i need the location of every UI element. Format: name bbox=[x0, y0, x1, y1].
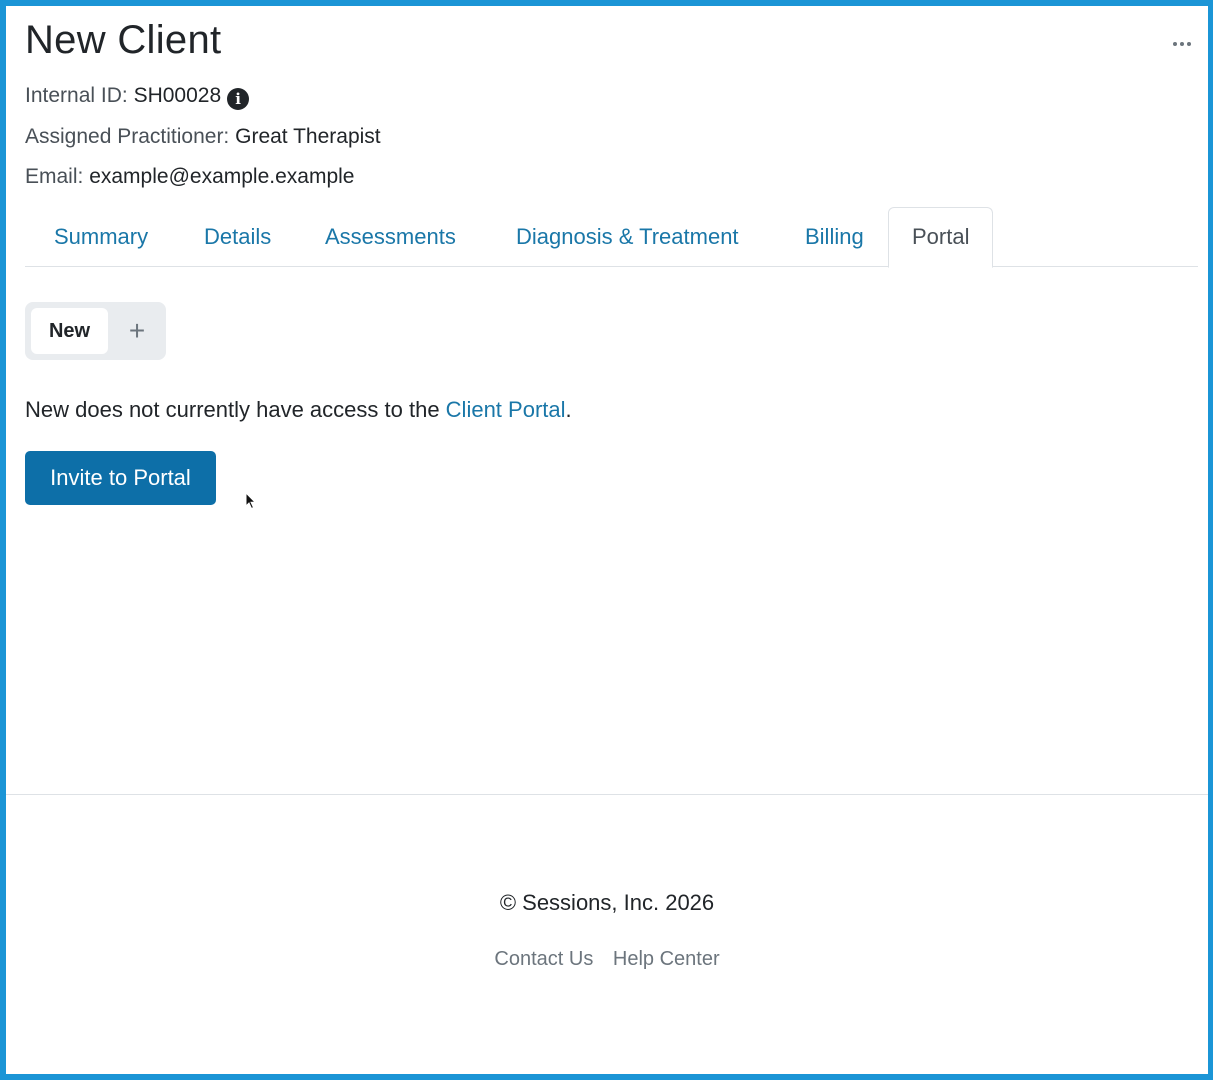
client-portal-link[interactable]: Client Portal bbox=[446, 397, 566, 422]
practitioner-value: Great Therapist bbox=[235, 125, 381, 148]
tab-summary[interactable]: Summary bbox=[31, 207, 171, 267]
contact-selector: New + bbox=[25, 302, 166, 360]
portal-access-message: New does not currently have access to th… bbox=[25, 397, 572, 423]
internal-id-line: Internal ID: SH00028 i bbox=[25, 84, 250, 110]
invite-to-portal-button[interactable]: Invite to Portal bbox=[25, 451, 216, 505]
access-message-period: . bbox=[565, 397, 572, 422]
internal-id-value: SH00028 bbox=[133, 84, 222, 107]
add-contact-button[interactable]: + bbox=[116, 308, 158, 354]
tab-assessments[interactable]: Assessments bbox=[302, 207, 479, 267]
ellipsis-icon bbox=[1173, 42, 1177, 46]
footer-divider bbox=[6, 794, 1208, 795]
client-tabs: Summary Details Assessments Diagnosis & … bbox=[25, 207, 1198, 268]
app-window: New Client Internal ID: SH00028 i Assigne… bbox=[0, 0, 1213, 1080]
practitioner-label: Assigned Practitioner: bbox=[25, 125, 230, 148]
access-message-text: New does not currently have access to th… bbox=[25, 397, 446, 422]
contact-us-link[interactable]: Contact Us bbox=[494, 948, 593, 970]
footer-copyright: © Sessions, Inc. 2026 bbox=[499, 890, 715, 915]
mouse-cursor-icon bbox=[245, 492, 257, 510]
internal-id-label: Internal ID: bbox=[25, 84, 128, 107]
tab-diagnosis-treatment[interactable]: Diagnosis & Treatment bbox=[493, 207, 762, 267]
page-title: New Client bbox=[25, 18, 222, 62]
more-options-button[interactable] bbox=[1168, 32, 1196, 56]
tab-billing[interactable]: Billing bbox=[782, 207, 887, 267]
email-line: Email: example@example.example bbox=[25, 165, 354, 189]
email-value: example@example.example bbox=[89, 165, 355, 188]
tab-details[interactable]: Details bbox=[181, 207, 294, 267]
practitioner-line: Assigned Practitioner: Great Therapist bbox=[25, 125, 381, 149]
help-center-link[interactable]: Help Center bbox=[613, 948, 720, 970]
contact-pill-new[interactable]: New bbox=[31, 308, 108, 354]
plus-icon: + bbox=[128, 315, 146, 346]
email-label: Email: bbox=[25, 165, 84, 188]
footer-links: Contact Us Help Center bbox=[6, 948, 1208, 971]
info-circle-icon[interactable]: i bbox=[227, 88, 250, 110]
tab-portal[interactable]: Portal bbox=[888, 207, 994, 268]
